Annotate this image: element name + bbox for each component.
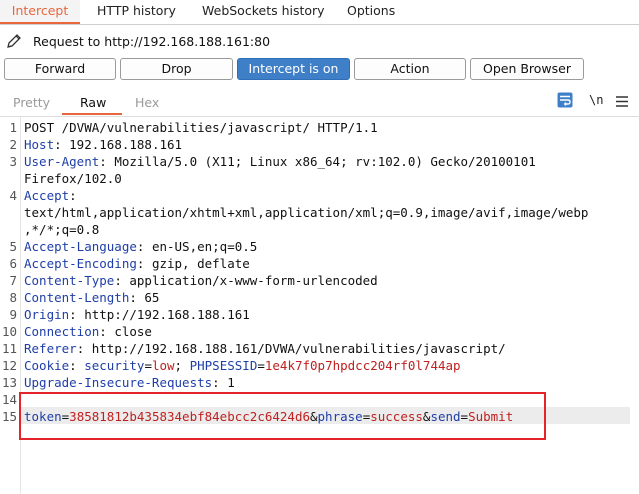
line-number: 14 — [1, 392, 17, 407]
line-number: 5 — [9, 239, 17, 254]
header-line: Accept-Encoding: gzip, deflate — [24, 256, 250, 271]
menu-icon[interactable] — [616, 95, 628, 110]
request-info: Request to http://192.168.188.161:80 — [0, 30, 639, 54]
header-line: Accept: — [24, 188, 77, 203]
header-line: Referer: http://192.168.188.161/DVWA/vul… — [24, 341, 506, 356]
tab-http-history[interactable]: HTTP history — [97, 0, 176, 24]
header-continuation: Firefox/102.0 — [24, 171, 122, 186]
request-target-label: Request to http://192.168.188.161:80 — [33, 34, 271, 49]
view-tab-pretty[interactable]: Pretty — [13, 95, 50, 110]
line-number: 8 — [9, 290, 17, 305]
line-number: 3 — [9, 154, 17, 169]
line-number: 13 — [1, 375, 17, 390]
wrap-lines-icon[interactable] — [557, 92, 573, 111]
line-number: 15 — [1, 409, 17, 424]
header-line: Content-Type: application/x-www-form-url… — [24, 273, 378, 288]
header-line: User-Agent: Mozilla/5.0 (X11; Linux x86_… — [24, 154, 536, 169]
request-line: POST /DVWA/vulnerabilities/javascript/ H… — [24, 120, 378, 135]
header-line: Host: 192.168.188.161 — [24, 137, 183, 152]
drop-button[interactable]: Drop — [120, 58, 233, 80]
active-view-underline — [62, 113, 122, 115]
line-number: 7 — [9, 273, 17, 288]
tab-websockets-history[interactable]: WebSockets history — [202, 0, 325, 24]
line-number: 2 — [9, 137, 17, 152]
tab-options[interactable]: Options — [347, 0, 395, 24]
view-tab-hex[interactable]: Hex — [135, 95, 159, 110]
cookie-line: Cookie: security=low; PHPSESSID=1e4k7f0p… — [24, 358, 461, 373]
line-number: 6 — [9, 256, 17, 271]
tab-bar: Intercept HTTP history WebSockets histor… — [0, 0, 639, 25]
newline-toggle[interactable]: \n — [589, 93, 603, 107]
action-button[interactable]: Action — [354, 58, 466, 80]
tab-intercept[interactable]: Intercept — [0, 0, 80, 24]
header-line: Accept-Language: en-US,en;q=0.5 — [24, 239, 258, 254]
line-number: 1 — [9, 120, 17, 135]
open-browser-button[interactable]: Open Browser — [470, 58, 584, 80]
line-number: 4 — [9, 188, 17, 203]
raw-request-editor[interactable]: 1 2 3 4 5 6 7 8 9 10 11 12 13 14 15 POST… — [0, 116, 639, 494]
header-line: Origin: http://192.168.188.161 — [24, 307, 250, 322]
pencil-icon[interactable] — [6, 33, 22, 49]
header-continuation: ,*/*;q=0.8 — [24, 222, 100, 237]
header-line: Content-Length: 65 — [24, 290, 160, 305]
line-number: 10 — [1, 324, 17, 339]
highlight-box — [19, 392, 546, 440]
line-number: 12 — [1, 358, 17, 373]
header-line: Connection: close — [24, 324, 152, 339]
line-number: 9 — [9, 307, 17, 322]
intercept-toggle-button[interactable]: Intercept is on — [237, 58, 350, 80]
forward-button[interactable]: Forward — [4, 58, 116, 80]
line-number: 11 — [1, 341, 17, 356]
header-continuation: text/html,application/xhtml+xml,applicat… — [24, 205, 589, 220]
view-tab-raw[interactable]: Raw — [80, 95, 106, 110]
header-line: Upgrade-Insecure-Requests: 1 — [24, 375, 235, 390]
